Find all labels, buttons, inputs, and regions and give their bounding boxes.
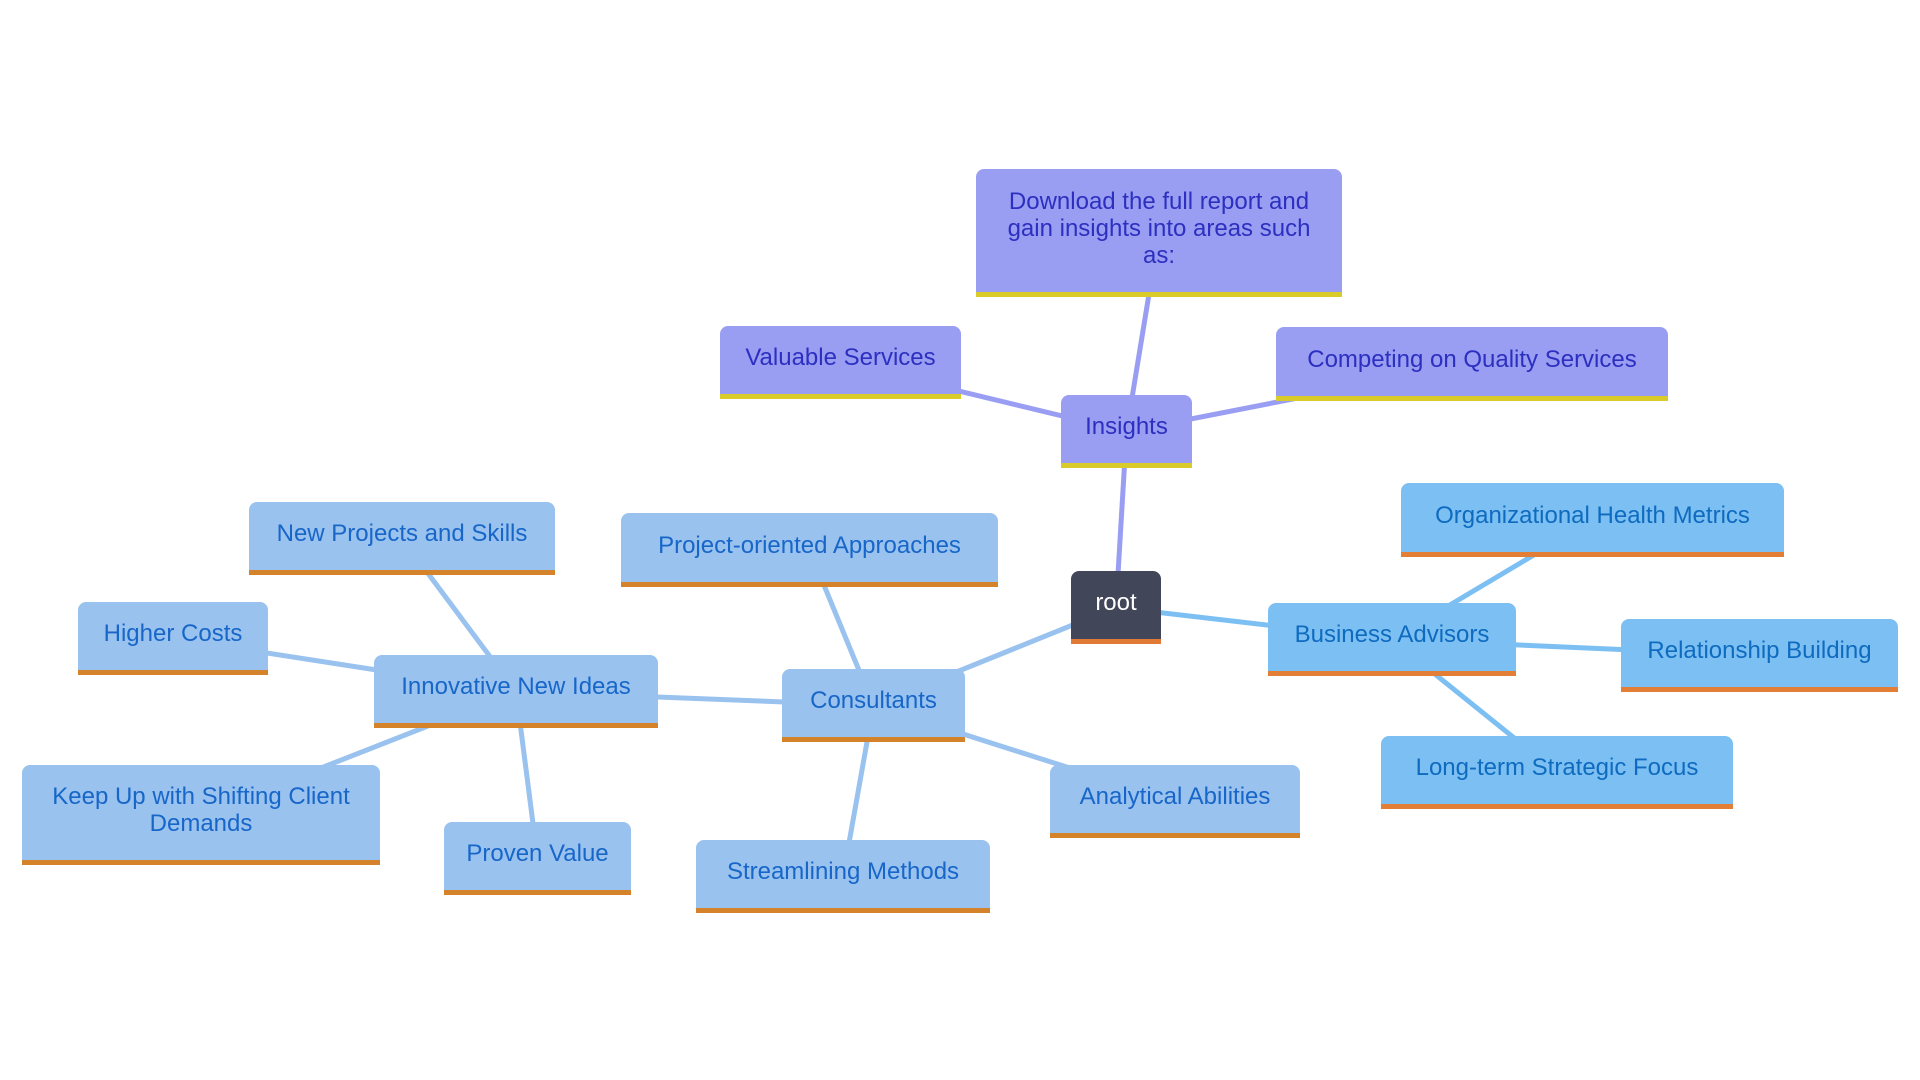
node-label: Consultants — [810, 687, 937, 714]
node-label: Project-oriented Approaches — [658, 531, 961, 559]
node-innovative-new-ideas[interactable]: Innovative New Ideas — [374, 655, 658, 728]
node-competing-quality[interactable]: Competing on Quality Services — [1276, 327, 1668, 401]
node-download-report[interactable]: Download the full report and gain insigh… — [976, 169, 1342, 297]
node-consultants[interactable]: Consultants — [782, 669, 965, 742]
node-label: Long-term Strategic Focus — [1415, 754, 1699, 781]
node-label: Higher Costs — [103, 620, 243, 647]
node-higher-costs[interactable]: Higher Costs — [78, 602, 268, 675]
node-insights[interactable]: Insights — [1061, 395, 1192, 468]
node-label: Competing on Quality Services — [1307, 345, 1637, 373]
node-label: Insights — [1085, 413, 1168, 440]
node-valuable-services[interactable]: Valuable Services — [720, 326, 961, 399]
node-label: Organizational Health Metrics — [1435, 501, 1750, 529]
node-proven-value[interactable]: Proven Value — [444, 822, 631, 895]
node-organizational-health-metrics[interactable]: Organizational Health Metrics — [1401, 483, 1784, 557]
node-business-advisors[interactable]: Business Advisors — [1268, 603, 1516, 676]
node-label: Proven Value — [466, 840, 609, 867]
node-label: Streamlining Methods — [726, 858, 960, 885]
node-streamlining-methods[interactable]: Streamlining Methods — [696, 840, 990, 913]
node-label: Keep Up with Shifting Client Demands — [52, 783, 350, 837]
node-label: root — [1095, 589, 1137, 616]
node-label: Relationship Building — [1647, 637, 1872, 664]
node-label: Valuable Services — [745, 344, 936, 371]
node-label: Analytical Abilities — [1079, 783, 1271, 810]
node-root[interactable]: root — [1071, 571, 1161, 644]
node-new-projects-and-skills[interactable]: New Projects and Skills — [249, 502, 555, 575]
node-project-oriented-approaches[interactable]: Project-oriented Approaches — [621, 513, 998, 587]
node-label: Innovative New Ideas — [401, 673, 631, 700]
node-analytical-abilities[interactable]: Analytical Abilities — [1050, 765, 1300, 838]
node-label: New Projects and Skills — [276, 520, 528, 547]
node-long-term-strategic-focus[interactable]: Long-term Strategic Focus — [1381, 736, 1733, 809]
node-label: Download the full report and gain insigh… — [1007, 187, 1311, 269]
node-keep-up-with-client-demands[interactable]: Keep Up with Shifting Client Demands — [22, 765, 380, 865]
node-label: Business Advisors — [1294, 621, 1490, 648]
node-relationship-building[interactable]: Relationship Building — [1621, 619, 1898, 692]
